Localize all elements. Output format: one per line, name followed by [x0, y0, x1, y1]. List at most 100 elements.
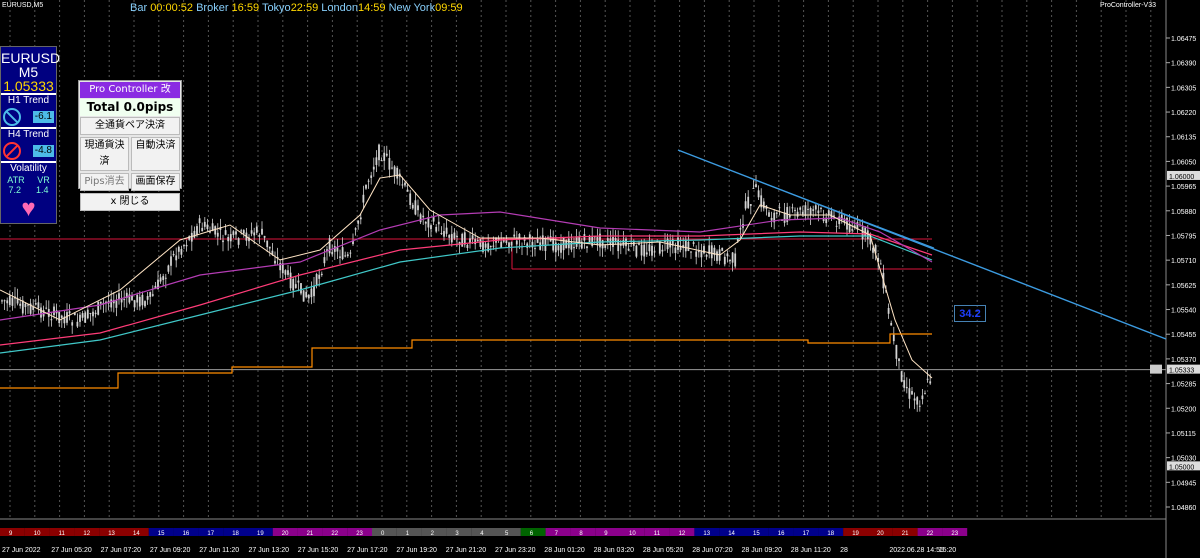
price-tick-label: 1.05115: [1171, 431, 1196, 438]
stop-line: [0, 333, 932, 389]
session-hour-label: 19: [257, 531, 264, 537]
candle-body: [258, 235, 261, 237]
candle-body: [820, 207, 822, 209]
candle-body: [144, 301, 146, 307]
utility-buttons-row: Pips消去 画面保存: [79, 172, 181, 192]
candle-body: [861, 226, 864, 240]
vr-value: 1.4: [35, 185, 49, 195]
broker-time-label: Broker: [196, 2, 229, 14]
candle-body: [526, 243, 529, 248]
candle-body: [851, 229, 854, 231]
candle-body: [99, 301, 102, 304]
candle-body: [900, 371, 903, 382]
candle-body: [159, 277, 162, 282]
volatility-labels: ATR VR: [1, 175, 56, 185]
candle-body: [201, 227, 204, 232]
candle-body: [422, 215, 425, 218]
save-screenshot-button[interactable]: 画面保存: [131, 173, 180, 191]
candle-body: [651, 245, 653, 256]
h4-trend-label: H4 Trend: [1, 129, 56, 141]
candle-body: [198, 218, 201, 224]
candle-body: [892, 334, 895, 342]
candle-body: [807, 208, 809, 210]
candle-body: [570, 241, 573, 250]
session-hour-label: 12: [679, 531, 686, 537]
candle-body: [554, 242, 557, 253]
candle-body: [58, 312, 61, 324]
candle-body: [396, 167, 399, 179]
atr-label: ATR: [7, 175, 25, 185]
candle-body: [887, 308, 890, 314]
newyork-time-label: New York: [388, 2, 436, 14]
candle-body: [362, 194, 365, 203]
candle-body: [193, 230, 196, 238]
candle-body: [596, 236, 599, 246]
candle-body: [726, 253, 729, 257]
candle-body: [890, 322, 893, 326]
session-hour-label: 15: [753, 531, 760, 537]
candle-body: [123, 299, 126, 301]
session-hour-band: [545, 528, 571, 536]
time-tick-label: 27 Jun 2022: [2, 547, 41, 554]
h4-trend-row: -4.8: [1, 141, 56, 161]
session-hour-label: 12: [83, 531, 90, 537]
symbol-name: EURUSD: [1, 50, 61, 66]
timeframe: M5: [1, 65, 56, 79]
candle-body: [167, 265, 170, 272]
candle-body: [388, 158, 391, 170]
price-tick-label: 1.05285: [1171, 382, 1196, 389]
tokyo-time-label: Tokyo: [261, 2, 291, 14]
price-tick-label: 1.05795: [1171, 233, 1196, 240]
candle-body: [354, 228, 357, 230]
candle-body: [170, 256, 172, 266]
pro-controller-title[interactable]: Pro Controller 改: [80, 82, 180, 98]
candle-body: [232, 231, 235, 236]
indicator-title: ProController-V33: [1099, 2, 1156, 9]
auto-close-button[interactable]: 自動決済: [131, 137, 180, 171]
candle-body: [695, 251, 698, 257]
candle-body: [692, 242, 695, 244]
candle-body: [3, 300, 6, 302]
time-tick-label: 27 Jun 19:20: [396, 547, 437, 554]
h4-trend-value: -4.8: [32, 145, 54, 157]
candle-body: [913, 398, 916, 401]
time-tick-label: 28 Jun 09:20: [742, 547, 783, 554]
candle-body: [448, 235, 451, 238]
candle-body: [731, 252, 734, 263]
candle-body: [414, 200, 417, 215]
candle-body: [437, 221, 440, 225]
candle-body: [141, 294, 144, 306]
close-current-pair-button[interactable]: 現通貨決済: [80, 137, 129, 171]
clear-pips-button[interactable]: Pips消去: [80, 173, 129, 191]
candle-body: [240, 230, 243, 232]
time-tick-label: 27 Jun 09:20: [150, 547, 191, 554]
candle-body: [461, 233, 464, 247]
candle-body: [6, 300, 9, 304]
candle-body: [37, 302, 40, 309]
session-hour-label: 23: [356, 531, 363, 537]
session-hour-band: [471, 528, 496, 536]
session-hour-label: 10: [34, 531, 41, 537]
candle-body: [68, 311, 71, 314]
candle-body: [445, 227, 448, 234]
candle-body: [349, 252, 352, 254]
candle-body: [45, 307, 48, 309]
time-tick-label: 27 Jun 07:20: [101, 547, 142, 554]
candle-body: [471, 235, 474, 240]
close-panel-button[interactable]: x 閉じる: [80, 193, 180, 211]
candle-body: [331, 251, 334, 255]
candle-body: [489, 245, 492, 247]
candle-body: [315, 274, 318, 286]
candle-body: [250, 230, 253, 234]
session-hour-label: 15: [158, 531, 165, 537]
candle-body: [508, 242, 510, 248]
candle-body: [76, 321, 79, 327]
london-time-label: London: [321, 2, 358, 14]
candle-body: [357, 220, 360, 224]
close-all-pairs-button[interactable]: 全通貨ペア決済: [80, 117, 180, 135]
price-tick-label: 1.06220: [1171, 110, 1196, 117]
session-hour-band: [0, 528, 25, 536]
h1-trend-row: -6.1: [1, 107, 56, 127]
candle-body: [341, 247, 344, 260]
price-tick-label: 1.05200: [1171, 406, 1196, 413]
